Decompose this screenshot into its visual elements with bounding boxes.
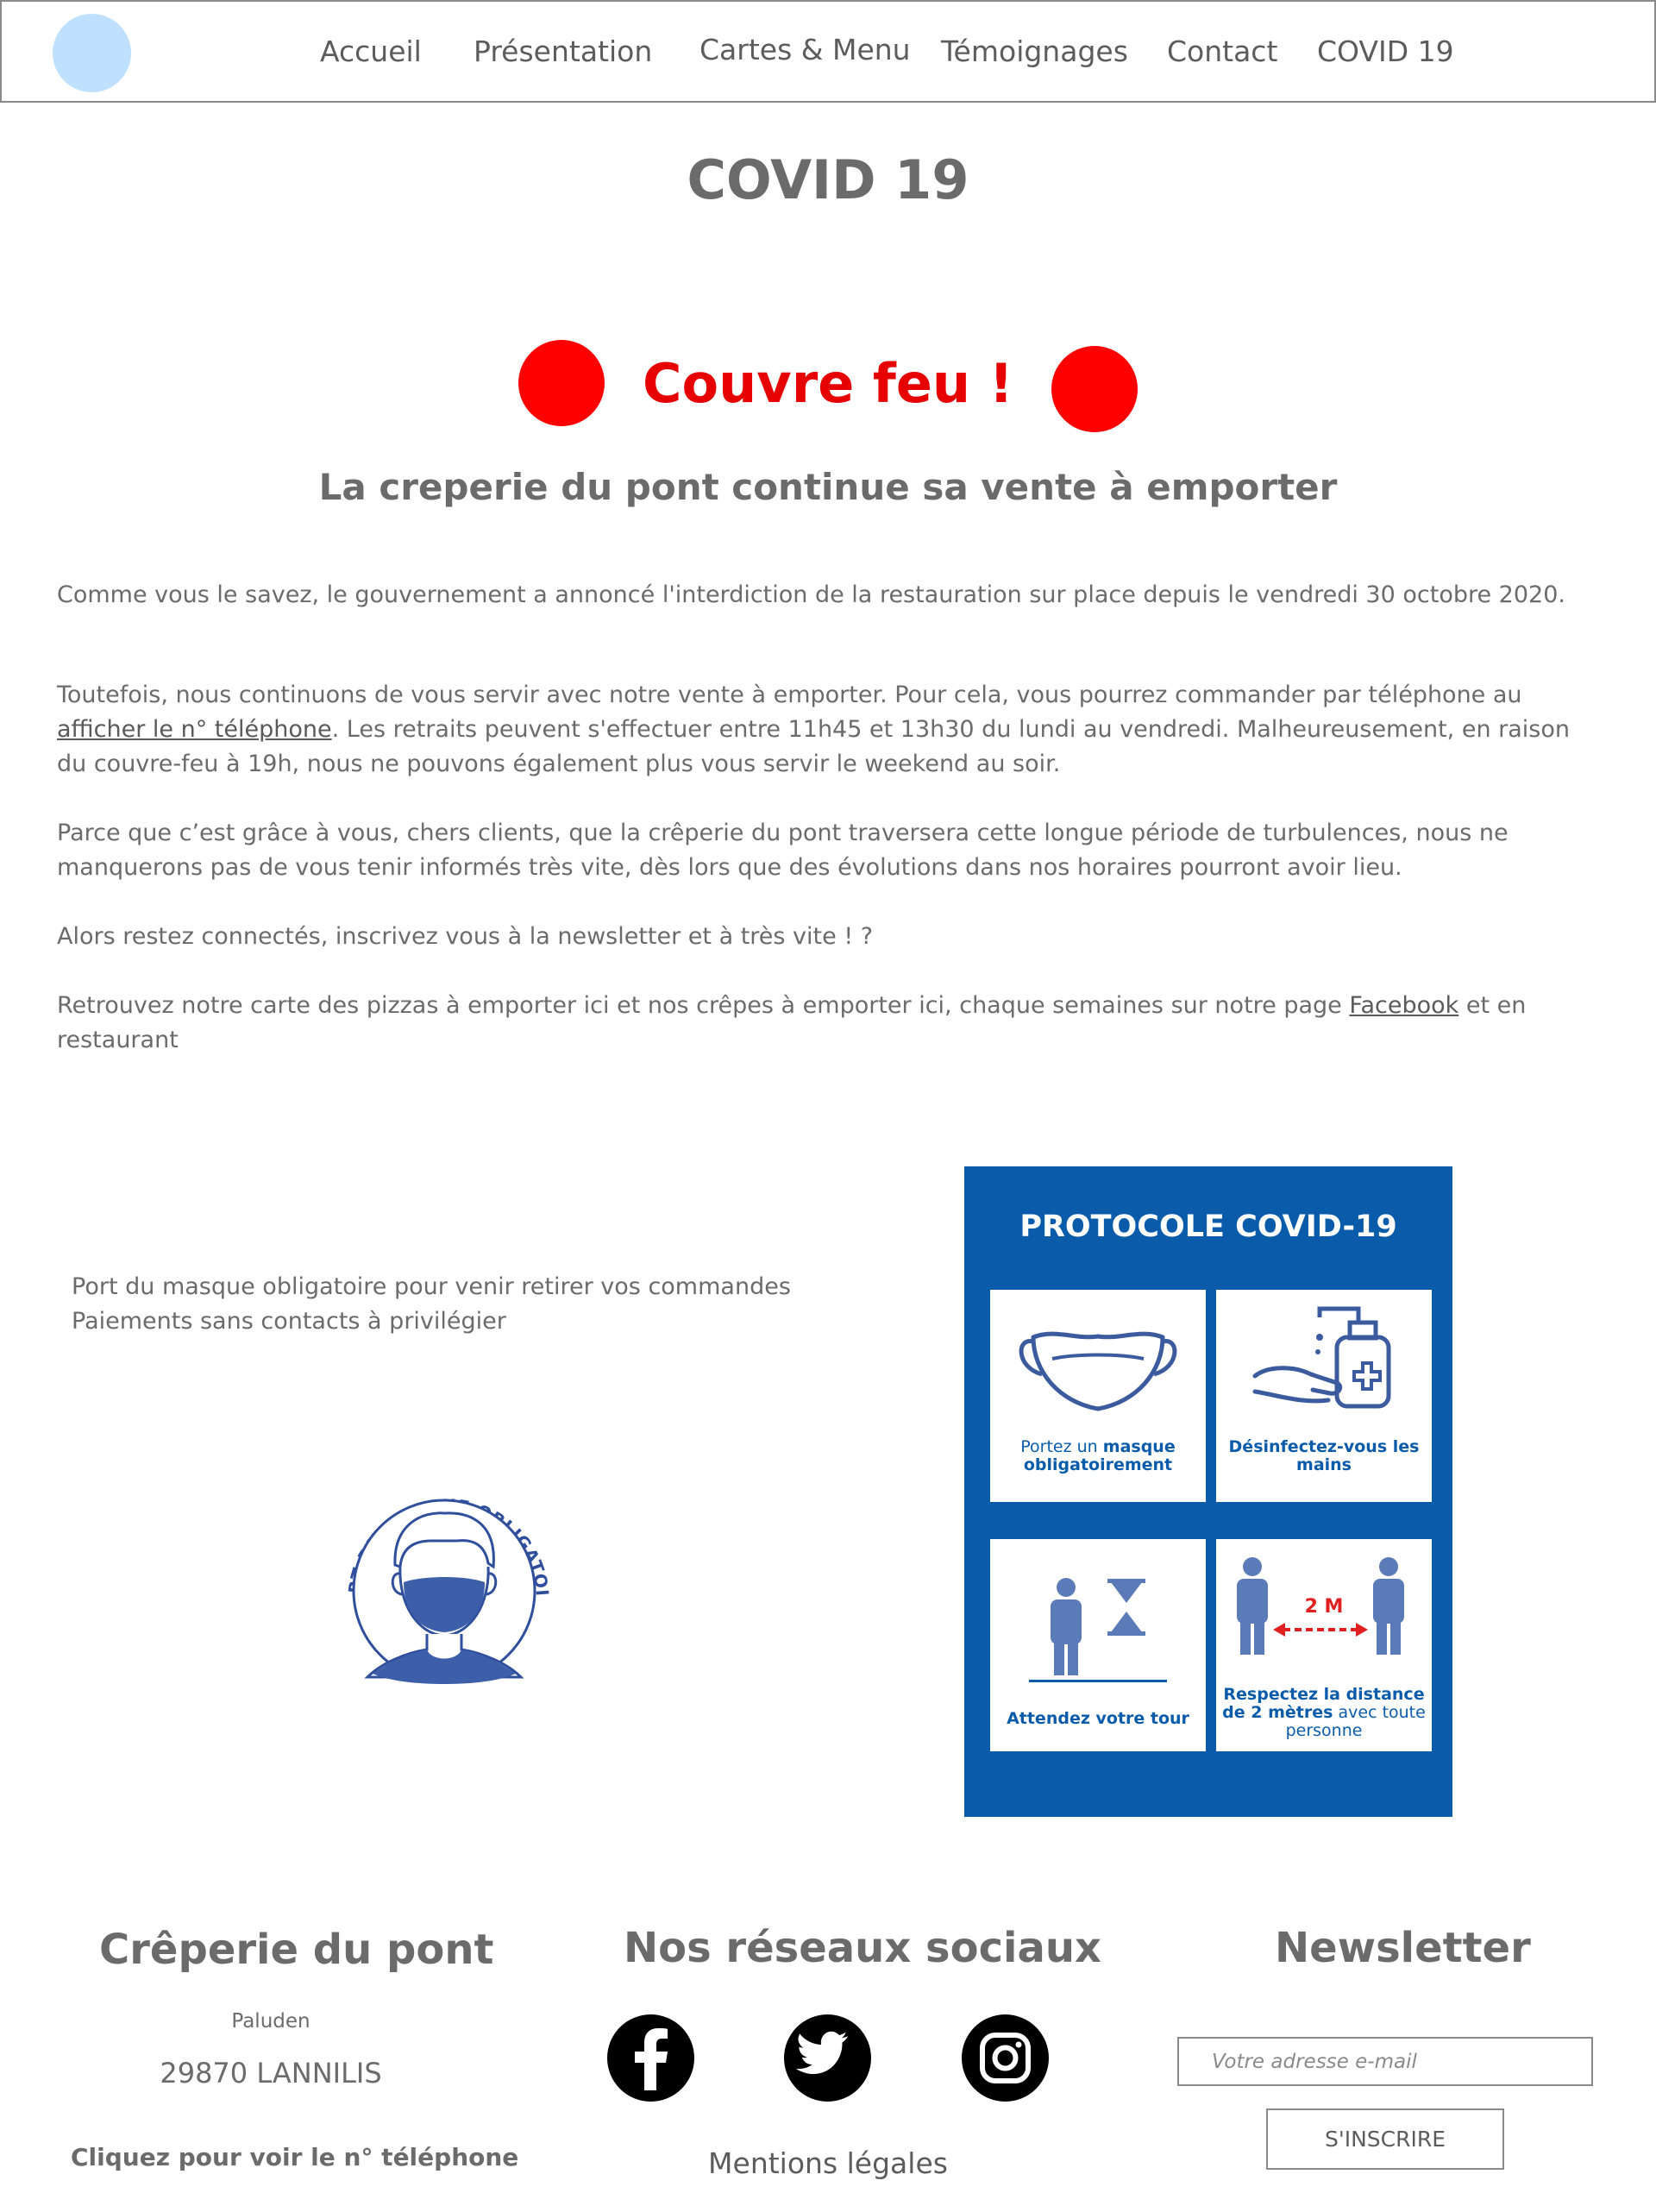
poster-title: PROTOCOLE COVID-19 bbox=[1019, 1210, 1397, 1244]
footer-social-heading: Nos réseaux sociaux bbox=[624, 1924, 1101, 1972]
facebook-link[interactable]: Facebook bbox=[1349, 992, 1458, 1019]
show-phone-link[interactable]: afficher le n° téléphone bbox=[57, 716, 332, 743]
newsletter-email-input[interactable] bbox=[1177, 2037, 1593, 2086]
footer-newsletter-heading: Newsletter bbox=[1275, 1924, 1531, 1972]
facebook-icon[interactable] bbox=[607, 2014, 694, 2102]
protocol-poster: PROTOCOLE COVID-19 Portez un masque obli… bbox=[964, 1166, 1452, 1817]
hand-sanitizer-icon bbox=[1252, 1306, 1391, 1409]
subtitle: La creperie du pont continue sa vente à … bbox=[318, 466, 1338, 508]
twitter-glyph bbox=[795, 2031, 849, 2075]
nav-accueil[interactable]: Accueil bbox=[320, 35, 422, 69]
card-mask-text-bold1: masque bbox=[1102, 1437, 1176, 1456]
paragraph-menu-text: Retrouvez notre carte des pizzas à empor… bbox=[57, 992, 1342, 1019]
card-mask-text-bold2: obligatoirement bbox=[1023, 1455, 1173, 1474]
card-mask-text-plain: Portez un bbox=[1020, 1437, 1098, 1456]
paragraph-takeaway: Toutefois, nous continuons de vous servi… bbox=[57, 678, 1575, 782]
facebook-glyph bbox=[635, 2028, 668, 2090]
paragraph-takeaway-text: Toutefois, nous continuons de vous servi… bbox=[57, 682, 1522, 708]
poster-card-sanitize: Désinfectez-vous les mains bbox=[1216, 1290, 1432, 1502]
mask-info: Port du masque obligatoire pour venir re… bbox=[72, 1270, 791, 1339]
face-mask-icon bbox=[1019, 1331, 1177, 1411]
nav-contact[interactable]: Contact bbox=[1167, 35, 1277, 69]
card-wait-text: Attendez votre tour bbox=[1007, 1709, 1189, 1728]
footer-place: Paluden bbox=[231, 2010, 310, 2033]
card-distance-text: Respectez la distance de 2 mètres avec t… bbox=[1216, 1686, 1432, 1740]
nav-cartes-menu[interactable]: Cartes & Menu bbox=[699, 33, 911, 67]
nav-presentation[interactable]: Présentation bbox=[474, 35, 652, 69]
instagram-icon[interactable] bbox=[962, 2014, 1049, 2102]
curfew-title: Couvre feu ! bbox=[643, 352, 1013, 415]
instagram-glyph bbox=[980, 2033, 1031, 2083]
footer-brand: Crêperie du pont bbox=[99, 1926, 494, 1974]
card-sanitize-text: Désinfectez-vous les mains bbox=[1228, 1437, 1420, 1474]
poster-card-wait: Attendez votre tour bbox=[990, 1539, 1206, 1751]
mask-info-line2: Paiements sans contacts à privilégier bbox=[72, 1308, 506, 1335]
nav-temoignages[interactable]: Témoignages bbox=[941, 35, 1128, 69]
poster-card-distance: 2 M Respectez la distance de 2 mètres av… bbox=[1216, 1539, 1432, 1751]
red-dot-right bbox=[1051, 346, 1138, 432]
wait-turn-icon bbox=[1029, 1578, 1167, 1682]
site-logo[interactable] bbox=[53, 14, 131, 92]
footer-city: 29870 LANNILIS bbox=[160, 2057, 382, 2089]
page-title: COVID 19 bbox=[687, 148, 969, 211]
paragraph-closure: Comme vous le savez, le gouvernement a a… bbox=[57, 581, 1565, 608]
mask-required-badge-icon: PORT DU MASQUE OBLIGATOIRE bbox=[328, 1461, 552, 1684]
distance-label: 2 M bbox=[1304, 1596, 1344, 1618]
paragraph-thanks: Parce que c’est grâce à vous, chers clie… bbox=[57, 820, 1509, 881]
mask-info-line1: Port du masque obligatoire pour venir re… bbox=[72, 1273, 791, 1300]
paragraph-newsletter: Alors restez connectés, inscrivez vous à… bbox=[57, 923, 874, 950]
subscribe-button[interactable]: S'INSCRIRE bbox=[1266, 2108, 1504, 2170]
nav-covid19[interactable]: COVID 19 bbox=[1317, 35, 1454, 69]
card-mask-text: Portez un masque obligatoirement bbox=[990, 1438, 1206, 1474]
poster-card-mask: Portez un masque obligatoirement bbox=[990, 1290, 1206, 1502]
twitter-icon[interactable] bbox=[784, 2014, 871, 2102]
paragraph-menu: Retrouvez notre carte des pizzas à empor… bbox=[57, 989, 1575, 1058]
site-header: Accueil Présentation Cartes & Menu Témoi… bbox=[0, 0, 1656, 103]
